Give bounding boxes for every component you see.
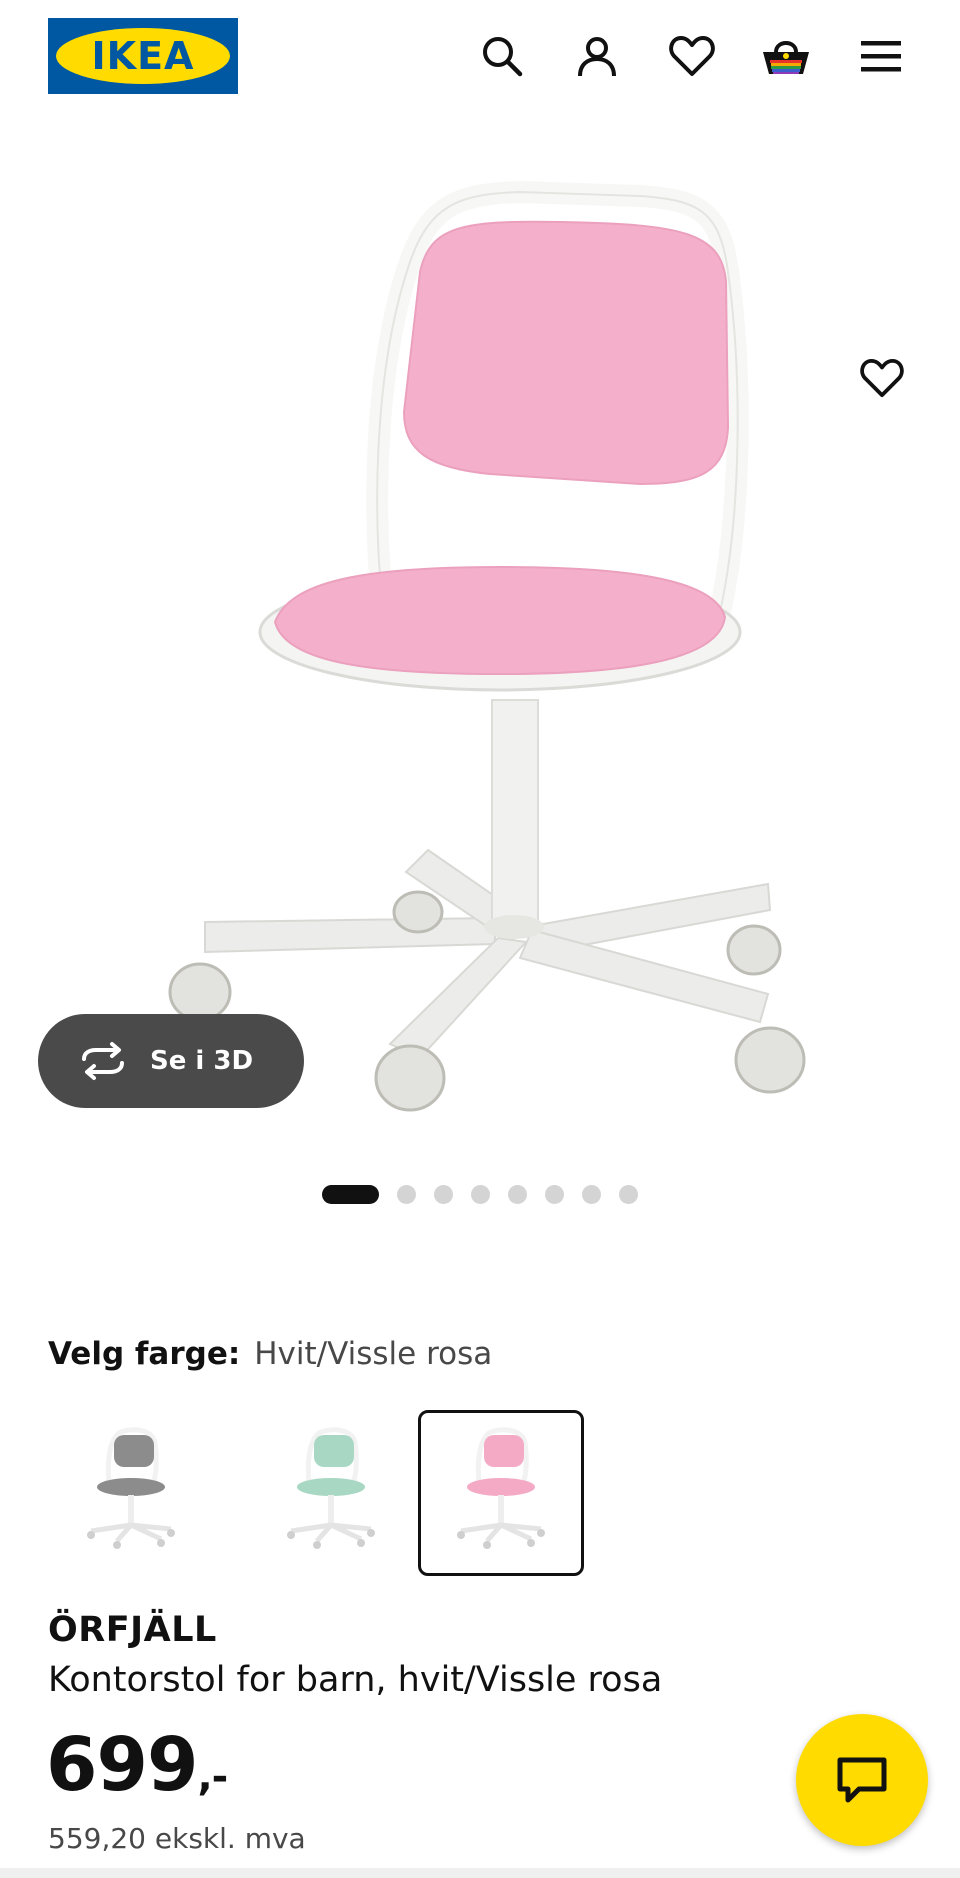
- rotate-3d-icon: [82, 1042, 124, 1080]
- product-description: Kontorstol for barn, hvit/Vissle rosa: [48, 1660, 663, 1700]
- view-in-3d-button[interactable]: Se i 3D: [38, 1014, 304, 1108]
- product-name: ÖRFJÄLL: [48, 1610, 217, 1650]
- add-to-wishlist-icon[interactable]: [856, 352, 908, 404]
- chat-button[interactable]: [796, 1714, 928, 1846]
- bottom-edge: [0, 1868, 960, 1878]
- price-suffix: ,-: [197, 1754, 228, 1800]
- wishlist-icon[interactable]: [664, 28, 720, 84]
- gallery-dot[interactable]: [434, 1184, 453, 1204]
- ikea-logo[interactable]: IKEA: [48, 18, 238, 94]
- variant-grey-thumbnail: [87, 1427, 175, 1549]
- view-in-3d-label: Se i 3D: [150, 1046, 254, 1076]
- logo-text: IKEA: [91, 34, 195, 78]
- variant-pink-thumbnail: [457, 1427, 545, 1549]
- gallery-dot-active[interactable]: [322, 1184, 379, 1204]
- chat-icon: [837, 1757, 887, 1803]
- gallery-dot[interactable]: [508, 1184, 527, 1204]
- gallery-pagination: [0, 1183, 960, 1205]
- gallery-dot[interactable]: [582, 1184, 601, 1204]
- gallery-dot[interactable]: [545, 1184, 564, 1204]
- product-price: 699,-: [46, 1722, 228, 1808]
- gallery-dot[interactable]: [471, 1184, 490, 1204]
- product-image: [168, 180, 806, 1112]
- variant-green-thumbnail: [287, 1427, 375, 1549]
- color-variants: [48, 1410, 608, 1576]
- gallery-dot[interactable]: [619, 1184, 638, 1204]
- variant-pink-selected[interactable]: [418, 1410, 584, 1576]
- selected-color-value: Hvit/Vissle rosa: [254, 1336, 493, 1372]
- product-gallery[interactable]: [0, 112, 960, 1142]
- variant-grey[interactable]: [48, 1410, 214, 1576]
- price-ex-vat: 559,20 ekskl. mva: [48, 1822, 306, 1855]
- gallery-dot[interactable]: [397, 1184, 416, 1204]
- variant-green[interactable]: [248, 1410, 414, 1576]
- user-icon[interactable]: [569, 28, 625, 84]
- color-selector-label: Velg farge: Hvit/Vissle rosa: [48, 1334, 492, 1372]
- price-value: 699: [46, 1722, 198, 1808]
- header: IKEA: [0, 0, 960, 112]
- color-label: Velg farge:: [48, 1336, 241, 1372]
- search-icon[interactable]: [474, 28, 530, 84]
- menu-icon[interactable]: [853, 28, 909, 84]
- basket-icon[interactable]: [758, 28, 814, 84]
